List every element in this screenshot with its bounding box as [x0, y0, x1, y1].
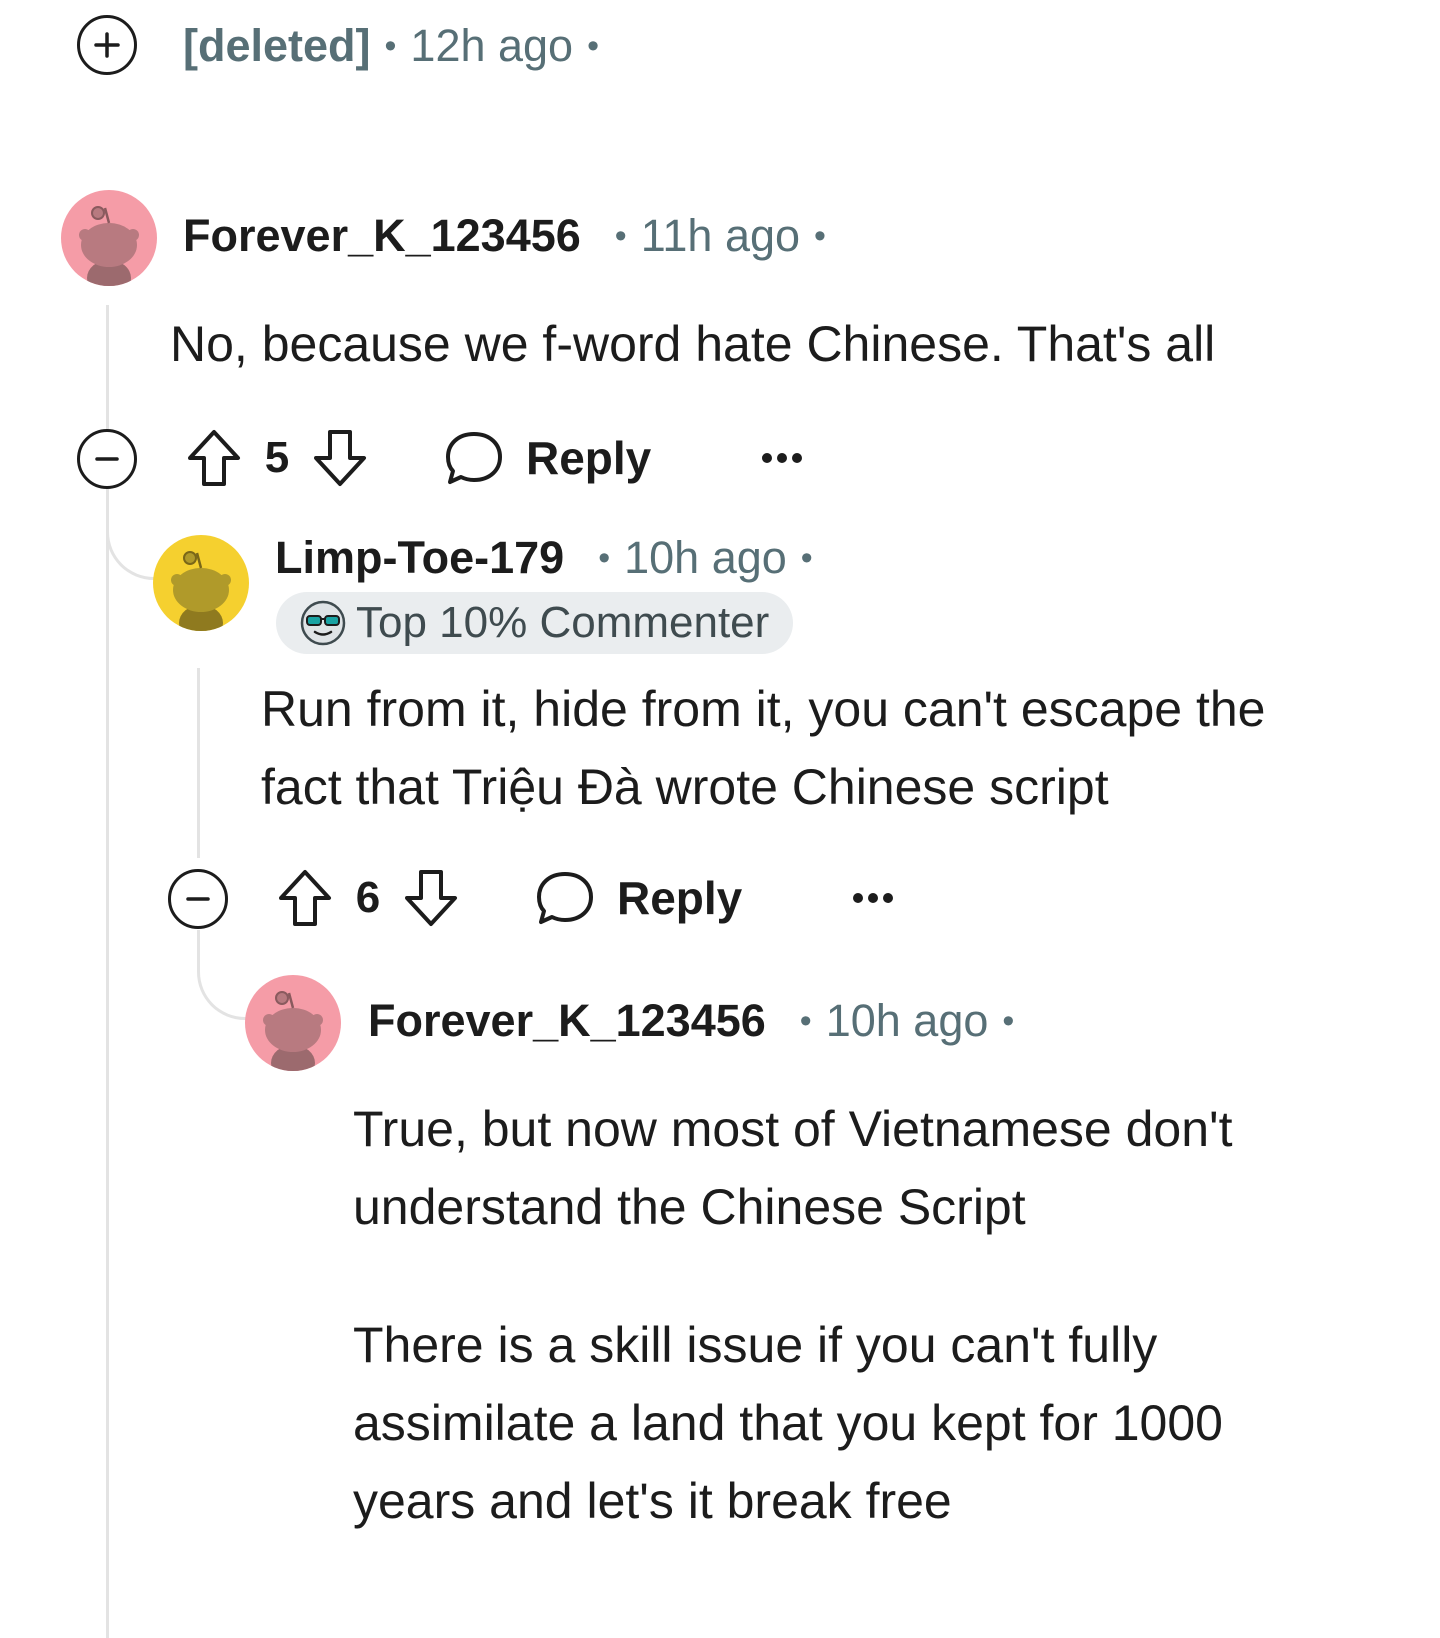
comment-paragraph: Run from it, hide from it, you can't esc…: [261, 681, 1266, 815]
expand-comment-button[interactable]: [77, 15, 137, 75]
separator-dot: •: [799, 1002, 812, 1040]
separator-dot: •: [598, 539, 611, 577]
vote-score: 5: [264, 433, 290, 482]
downvote-button[interactable]: [312, 428, 368, 488]
reply-button[interactable]: Reply: [444, 428, 651, 488]
comment-timestamp: 12h ago: [410, 20, 574, 71]
comment-meta: Limp-Toe-179 • 10h ago •: [275, 530, 827, 586]
snoo-avatar-yellow-icon: [153, 535, 249, 631]
comment-timestamp: 11h ago: [640, 210, 801, 261]
snoo-avatar-pink-icon: [61, 190, 157, 286]
thread-branch-curve: [197, 930, 247, 1020]
avatar[interactable]: [61, 190, 157, 286]
thread-branch-curve: [106, 515, 156, 580]
downvote-button[interactable]: [403, 868, 459, 928]
snoo-avatar-pink-icon: [245, 975, 341, 1071]
separator-dot: •: [384, 27, 397, 65]
more-options-button[interactable]: [852, 892, 894, 904]
more-options-button[interactable]: [761, 452, 803, 464]
comment-paragraph: No, because we f-word hate Chinese. That…: [170, 316, 1216, 372]
speech-bubble-icon: [446, 432, 502, 484]
downvote-arrow-icon: [314, 430, 366, 486]
upvote-arrow-icon: [188, 430, 240, 486]
comment-body: Run from it, hide from it, you can't esc…: [261, 670, 1321, 826]
comment-paragraph: There is a skill issue if you can't full…: [353, 1317, 1223, 1529]
speech-bubble-icon: [537, 872, 593, 924]
comment-meta-deleted: [deleted] • 12h ago •: [183, 18, 613, 74]
author-link[interactable]: Forever_K_123456: [183, 208, 581, 264]
comment-body: True, but now most of Vietnamese don't u…: [353, 1090, 1353, 1540]
comment-timestamp: 10h ago: [825, 995, 989, 1046]
minus-icon: [186, 897, 210, 901]
upvote-button[interactable]: [186, 428, 242, 488]
comment-meta: Forever_K_123456 • 10h ago •: [368, 993, 1028, 1049]
reply-button[interactable]: Reply: [535, 868, 742, 928]
top-commenter-badge: Top 10% Commenter: [276, 592, 794, 654]
comment-actions: 6 Reply: [277, 866, 894, 930]
author-deleted: [deleted]: [183, 20, 371, 71]
downvote-arrow-icon: [405, 870, 457, 926]
collapse-comment-button[interactable]: [77, 429, 137, 489]
comment-timestamp: 10h ago: [624, 532, 787, 583]
upvote-arrow-icon: [279, 870, 331, 926]
reply-label: Reply: [526, 432, 652, 484]
more-dots-icon: [762, 453, 803, 463]
vote-score: 6: [355, 873, 381, 922]
separator-dot: •: [614, 217, 627, 255]
author-link[interactable]: Forever_K_123456: [368, 993, 766, 1049]
comment-meta: Forever_K_123456 • 11h ago •: [183, 208, 840, 264]
author-link[interactable]: Limp-Toe-179: [275, 530, 564, 586]
upvote-button[interactable]: [277, 868, 333, 928]
reply-label: Reply: [617, 872, 743, 924]
separator-dot: •: [1002, 1002, 1015, 1040]
badge-label: Top 10% Commenter: [356, 598, 770, 647]
collapse-comment-button[interactable]: [168, 869, 228, 929]
plus-icon: [94, 32, 120, 58]
comment-actions: 5 Reply: [186, 426, 803, 490]
separator-dot: •: [587, 27, 599, 65]
minus-icon: [95, 457, 119, 461]
separator-dot: •: [814, 217, 826, 255]
sunglasses-icon: [300, 600, 346, 646]
avatar[interactable]: [153, 535, 249, 631]
comment-body: No, because we f-word hate Chinese. That…: [170, 305, 1370, 383]
more-dots-icon: [853, 893, 894, 903]
avatar[interactable]: [245, 975, 341, 1071]
thread-line-level-2: [197, 668, 200, 858]
separator-dot: •: [800, 539, 813, 577]
comment-paragraph: True, but now most of Vietnamese don't u…: [353, 1101, 1233, 1235]
